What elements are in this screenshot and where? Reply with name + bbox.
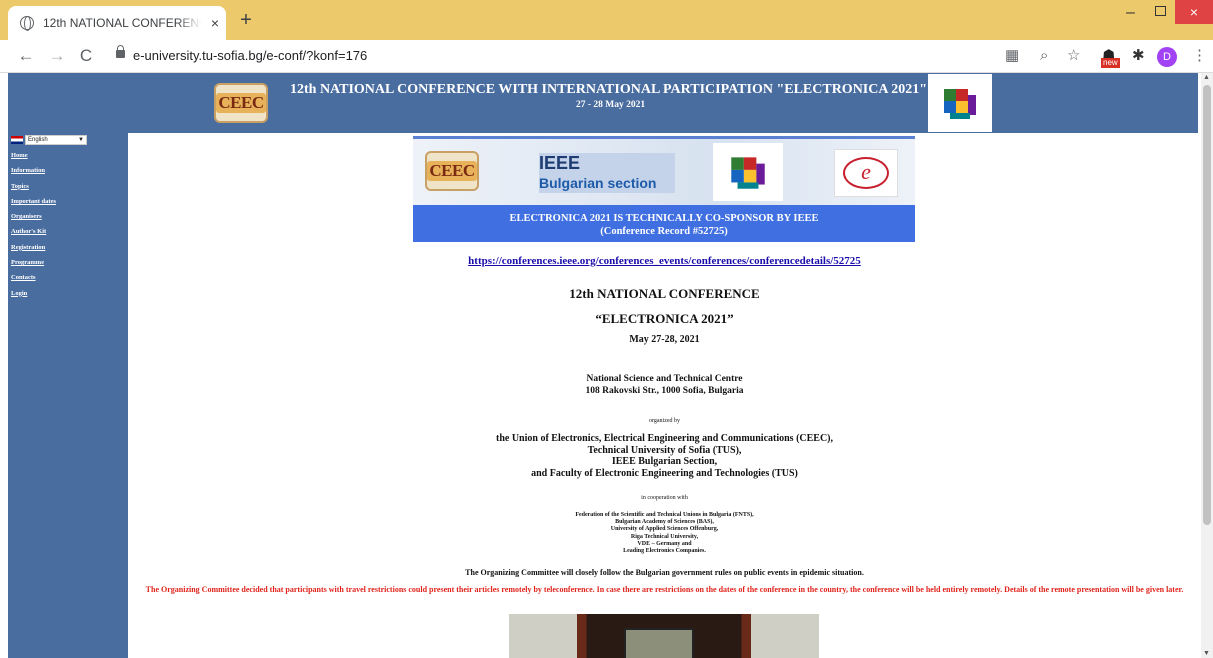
banner-line-1: ELECTRONICA 2021 IS TECHNICALLY CO-SPONS… [509,213,819,224]
new-tab-button[interactable]: + [236,10,256,30]
maximize-button[interactable] [1155,6,1166,16]
banner-ceec-text: CEEC [427,161,477,181]
conference-name: “ELECTRONICA 2021” [595,311,734,326]
cooperator-item: VDE – Germany and [637,540,692,547]
page-scrollbar[interactable]: ▲ ▼ [1201,73,1213,658]
organizer-item: Technical University of Sofia (TUS), [587,444,742,456]
sidebar-item-information[interactable]: Information [11,163,128,178]
puzzle-icon[interactable]: ✱ [1132,47,1145,65]
tab-close-button[interactable]: × [207,15,223,31]
ieee-title: IEEE [539,153,581,173]
language-select[interactable]: English [25,135,87,145]
tab-bar: 12th NATIONAL CONFERENCE W × + – × [0,0,1213,40]
organizer-item: the Union of Electronics, Electrical Eng… [495,433,834,444]
sidebar-item-topics[interactable]: Topics [11,179,128,194]
organized-by-label: organized by [648,418,681,424]
sidebar-item-login[interactable]: Login [11,286,128,301]
address-bar: ← → C e-university.tu-sofia.bg/e-conf/?k… [0,40,1213,73]
venue: National Science and Technical Centre 10… [128,373,1201,397]
new-badge: new [1101,58,1120,68]
close-window-button[interactable]: × [1175,0,1213,24]
scroll-up-icon[interactable]: ▲ [1203,74,1210,81]
language-row: English [11,135,128,145]
cooperator-item: Leading Electronics Companies. [623,548,706,555]
banner-strip: ELECTRONICA 2021 IS TECHNICALLY CO-SPONS… [413,205,915,242]
banner-line-2: (Conference Record #52725) [600,226,728,237]
conference-title: 12th NATIONAL CONFERENCE [569,286,760,301]
tab-title: 12th NATIONAL CONFERENCE W [43,16,201,30]
web-page: CEEC 12th NATIONAL CONFERENCE WITH INTER… [0,73,1201,658]
banner-logos: CEEC IEEE Bulgarian section e [413,139,915,205]
remote-notice: The Organizing Committee decided that pa… [145,585,1184,594]
globe-icon [20,16,34,31]
url-field[interactable]: e-university.tu-sofia.bg/e-conf/?konf=17… [133,48,367,63]
venue-name: National Science and Technical Centre [586,374,743,384]
scroll-down-icon[interactable]: ▼ [1203,650,1210,657]
ieee-conference-link[interactable]: https://conferences.ieee.org/conferences… [128,255,1201,267]
sidebar-item-programme[interactable]: Programme [11,255,128,270]
photo-screen [624,628,694,658]
menu-icon[interactable]: ⋮ [1192,47,1207,65]
sidebar-item-registration[interactable]: Registration [11,240,128,255]
sidebar-item-home[interactable]: Home [11,148,128,163]
back-button[interactable]: ← [16,46,36,66]
forward-button[interactable]: → [47,46,67,66]
zoom-icon[interactable]: ⌕ [1040,47,1048,65]
tu-sofia-logo [928,74,992,132]
sidebar-item-authors-kit[interactable]: Author's Kit [11,224,128,239]
cooperation-label: in cooperation with [641,495,688,501]
lock-icon[interactable] [116,45,125,58]
organizer-item: IEEE Bulgarian Section, [611,456,718,467]
minimize-button[interactable]: – [1126,4,1135,22]
translate-icon[interactable]: ▦ [1005,47,1019,65]
sidebar-item-organisers[interactable]: Organisers [11,209,128,224]
conference-photo [509,614,819,658]
sidebar-item-contacts[interactable]: Contacts [11,270,128,285]
site-dates: 27 - 28 May 2021 [576,100,646,110]
browser-tab[interactable]: 12th NATIONAL CONFERENCE W × [8,6,226,40]
scrollbar-thumb[interactable] [1203,85,1211,525]
banner-tu-logo [713,143,783,201]
sidebar-nav: English Home Information Topics Importan… [8,133,128,658]
uk-flag-icon [11,136,23,144]
banner-cube-icon [731,157,765,189]
ieee-subtitle: Bulgarian section [539,175,657,191]
site-header: CEEC 12th NATIONAL CONFERENCE WITH INTER… [8,73,1198,133]
cooperators-list: Federation of the Scientific and Technic… [128,512,1201,555]
conference-dates: May 27-28, 2021 [629,334,700,345]
e-logo-text: e [843,157,889,189]
venue-address: 108 Rakovski Str., 1000 Sofia, Bulgaria [585,386,744,396]
organizers-list: the Union of Electronics, Electrical Eng… [128,433,1201,479]
site-title: 12th NATIONAL CONFERENCE WITH INTERNATIO… [290,82,927,97]
rules-notice: The Organizing Committee will closely fo… [465,568,864,577]
cooperator-item: Riga Technical University, [630,533,699,540]
organizer-item: and Faculty of Electronic Engineering an… [531,467,798,479]
avatar[interactable]: D [1157,47,1177,67]
cube-logo-icon [944,89,976,119]
ceec-logo: CEEC [214,83,268,123]
sidebar-item-important-dates[interactable]: Important dates [11,194,128,209]
ieee-banner: CEEC IEEE Bulgarian section e ELECTRONIC… [413,136,915,242]
ceec-logo-text: CEEC [216,93,266,113]
e-logo: e [834,149,898,197]
cooperator-item: University of Applied Sciences Offenburg… [610,526,719,533]
reload-button[interactable]: C [76,46,96,66]
cooperator-item: Bulgarian Academy of Sciences (BAS), [615,519,714,526]
bookmark-star-icon[interactable]: ☆ [1067,47,1080,65]
banner-ceec-logo: CEEC [425,151,479,191]
